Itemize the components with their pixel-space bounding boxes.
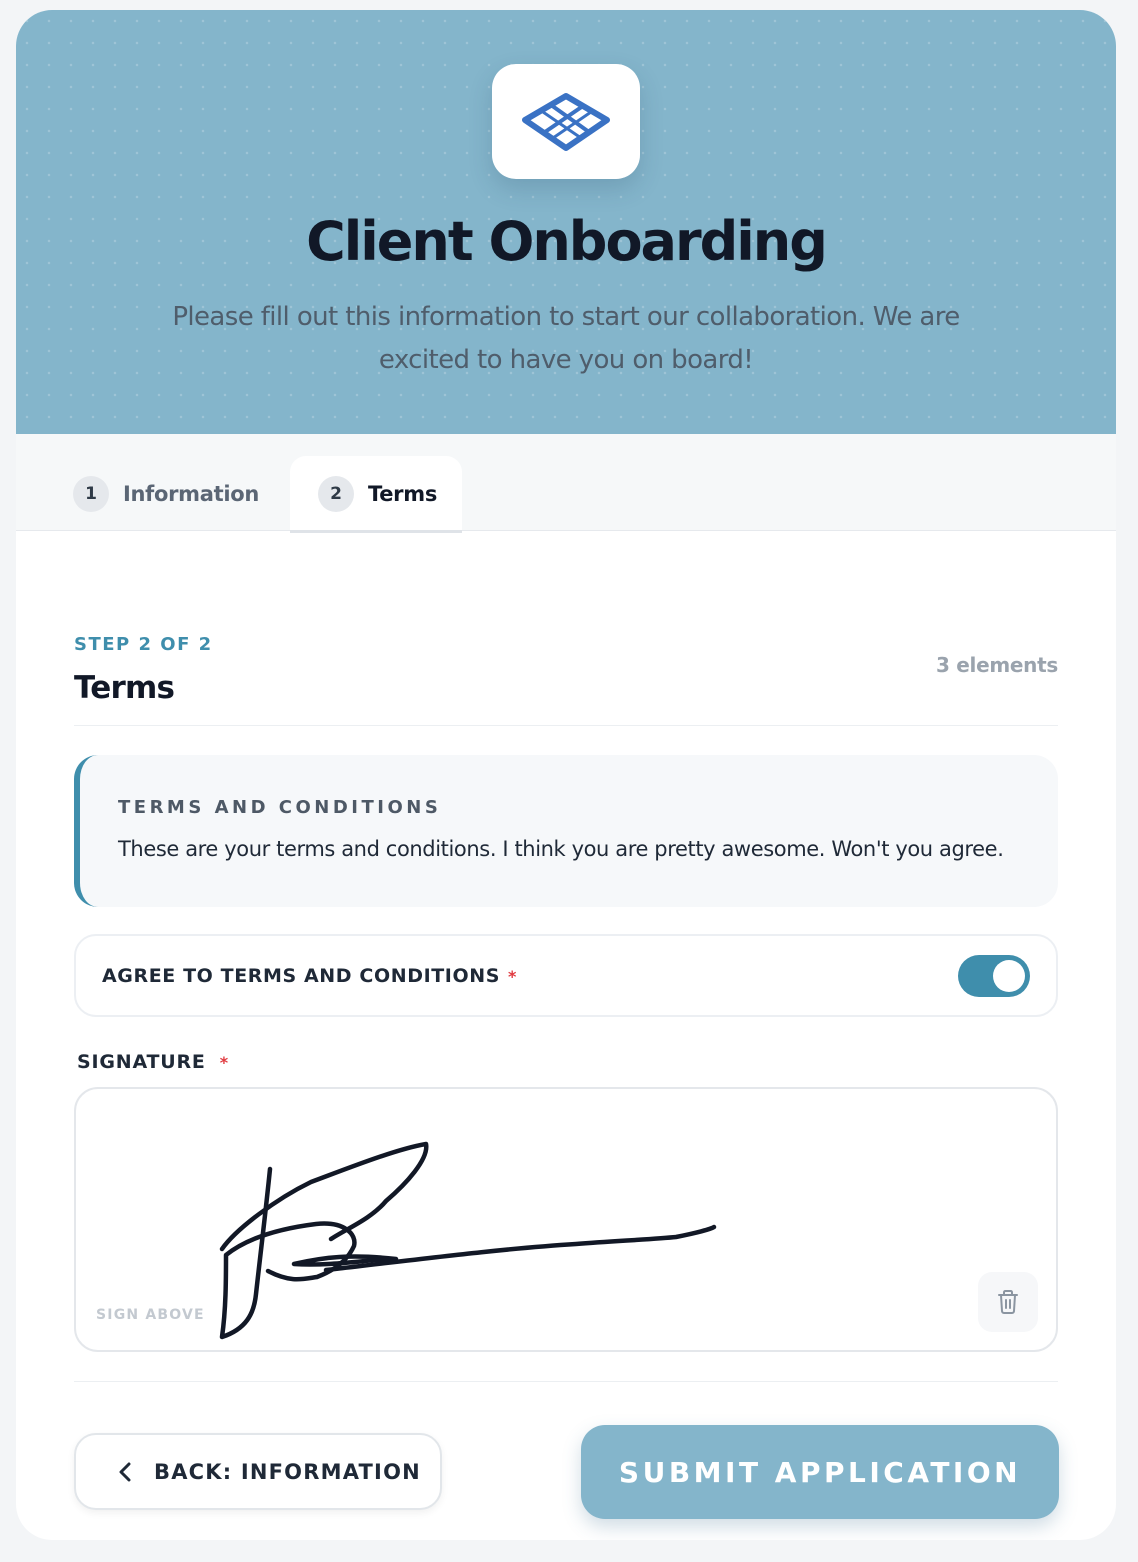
divider — [74, 725, 1058, 726]
tab-information[interactable]: 1 Information — [45, 456, 275, 531]
chevron-left-icon — [119, 1462, 131, 1481]
toggle-knob — [993, 960, 1025, 992]
step-indicator: STEP 2 OF 2 — [74, 634, 213, 655]
signature-label: SIGNATURE * — [77, 1051, 229, 1073]
tab-label: Terms — [368, 481, 438, 506]
clear-signature-button[interactable] — [978, 1272, 1038, 1332]
tab-number: 1 — [73, 475, 109, 512]
submit-application-button[interactable]: SUBMIT APPLICATION — [581, 1425, 1059, 1519]
terms-callout: TERMS AND CONDITIONS These are your term… — [74, 755, 1058, 907]
divider — [74, 1381, 1058, 1382]
logo — [492, 64, 640, 179]
signature-drawing — [219, 1141, 717, 1340]
header-banner: Client Onboarding Please fill out this i… — [16, 10, 1116, 434]
terms-text: These are your terms and conditions. I t… — [118, 837, 1004, 861]
agree-terms-row: AGREE TO TERMS AND CONDITIONS * — [74, 934, 1058, 1017]
terms-heading: TERMS AND CONDITIONS — [118, 797, 442, 818]
agree-terms-toggle[interactable] — [958, 955, 1030, 997]
tab-terms[interactable]: 2 Terms — [290, 456, 462, 533]
section-title: Terms — [74, 670, 175, 706]
signature-pad[interactable]: SIGN ABOVE — [74, 1087, 1058, 1352]
back-button[interactable]: BACK: INFORMATION — [74, 1433, 442, 1510]
grid-diamond-logo-icon — [522, 92, 610, 151]
sign-above-hint: SIGN ABOVE — [96, 1307, 205, 1323]
page-title: Client Onboarding — [306, 210, 828, 273]
agree-terms-label: AGREE TO TERMS AND CONDITIONS * — [102, 965, 517, 987]
trash-icon — [998, 1290, 1018, 1314]
submit-button-label: SUBMIT APPLICATION — [618, 1455, 1022, 1489]
tab-number: 2 — [318, 475, 354, 512]
agree-terms-text: AGREE TO TERMS AND CONDITIONS — [102, 965, 501, 987]
tab-label: Information — [123, 481, 260, 506]
signature-label-text: SIGNATURE — [77, 1051, 206, 1073]
element-count: 3 elements — [936, 653, 1058, 677]
onboarding-card: Client Onboarding Please fill out this i… — [16, 10, 1116, 1540]
page-subtitle: Please fill out this information to star… — [172, 302, 960, 375]
step-tabs: 1 Information 2 Terms — [16, 434, 1116, 533]
required-marker: * — [219, 1053, 229, 1072]
required-marker: * — [508, 967, 517, 986]
back-button-label: BACK: INFORMATION — [154, 1459, 421, 1484]
